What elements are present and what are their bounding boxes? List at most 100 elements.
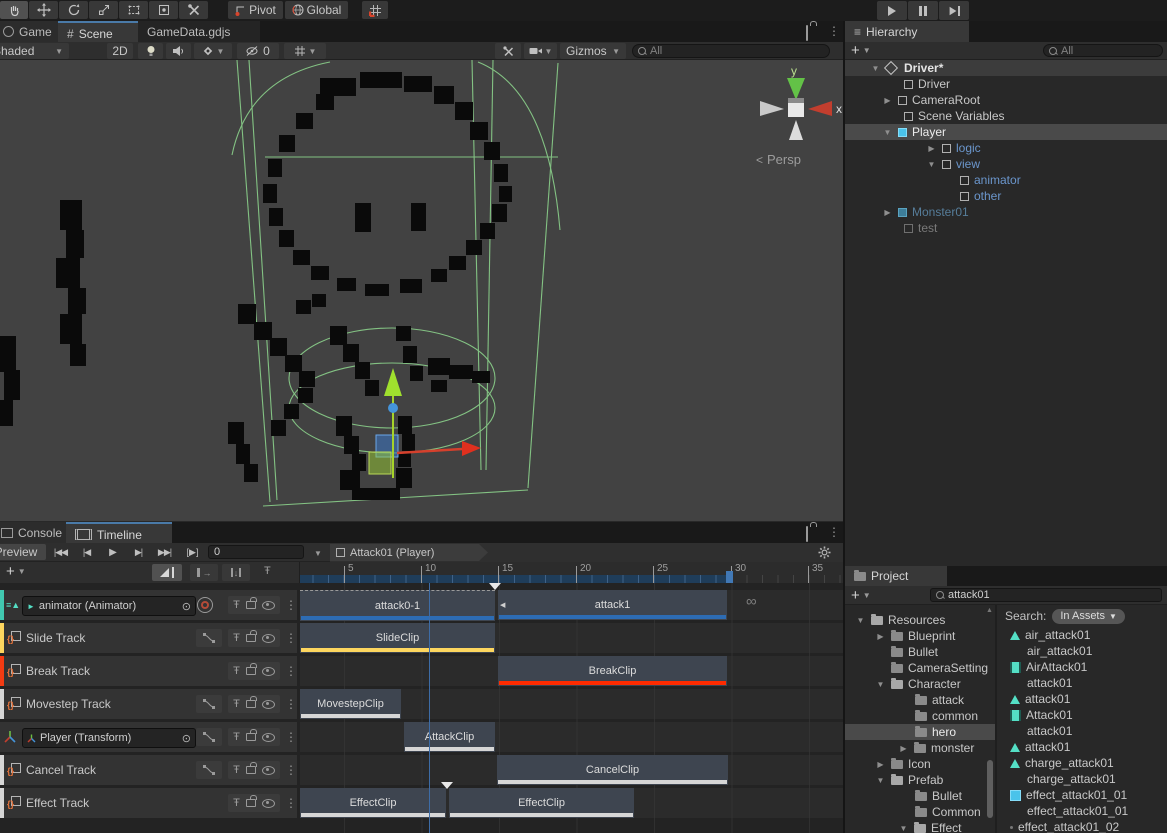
result-item[interactable]: air_attack01	[997, 627, 1167, 643]
track-menu-icon[interactable]: ⋮	[285, 796, 297, 810]
result-item[interactable]: attack01	[997, 691, 1167, 707]
pin-icon[interactable]: Ŧ	[233, 732, 240, 743]
curves-button[interactable]	[196, 761, 222, 779]
pin-icon[interactable]: Ŧ	[233, 600, 240, 611]
hierarchy-item-cameraroot[interactable]: ▶CameraRoot	[845, 92, 1167, 108]
clip-break[interactable]: BreakClip	[498, 656, 727, 686]
result-item[interactable]: effect_attack01_02	[997, 819, 1167, 833]
hierarchy-item-scene-variables[interactable]: Scene Variables	[845, 108, 1167, 124]
timeline-panel-menu-icon[interactable]: ⋮	[828, 525, 840, 539]
hierarchy-item-other[interactable]: other	[845, 188, 1167, 204]
hierarchy-item-driver[interactable]: Driver	[845, 76, 1167, 92]
tree-item-effect[interactable]: ▼Effect	[845, 820, 995, 833]
project-add-button[interactable]: + ▼	[851, 588, 871, 603]
clip-slide[interactable]: SlideClip	[300, 623, 495, 653]
timeline-play-button[interactable]: ▶	[100, 544, 125, 561]
mix-mode-button[interactable]	[152, 564, 182, 581]
result-item[interactable]: Attack01	[997, 707, 1167, 723]
tree-item-character[interactable]: ▼Character	[845, 676, 995, 692]
result-item[interactable]: attack01	[997, 675, 1167, 691]
tree-item-resources[interactable]: ▼Resources	[845, 612, 995, 628]
hierarchy-item-test[interactable]: test	[845, 220, 1167, 236]
track-menu-icon[interactable]: ⋮	[285, 598, 297, 612]
transform-tool-button[interactable]	[149, 1, 178, 19]
clip-effect-2[interactable]: EffectClip	[449, 788, 634, 818]
global-toggle-button[interactable]: Global	[285, 1, 348, 19]
project-search-input[interactable]	[948, 589, 1156, 601]
2d-toggle-button[interactable]: 2D	[107, 43, 133, 59]
scene-search-input[interactable]	[650, 45, 824, 57]
custom-tool-button[interactable]	[179, 1, 208, 19]
tree-item-blueprint[interactable]: ▶Blueprint	[845, 628, 995, 644]
rotate-tool-button[interactable]	[59, 1, 88, 19]
frame-input[interactable]	[214, 546, 298, 558]
track-menu-icon[interactable]: ⋮	[285, 763, 297, 777]
playhead-cap[interactable]	[726, 571, 733, 583]
track-break[interactable]: Break Track Ŧ ⋮	[0, 656, 297, 686]
result-item[interactable]: effect_attack01_01	[997, 803, 1167, 819]
tab-hierarchy[interactable]: ≡ Hierarchy	[845, 21, 969, 42]
rect-tool-button[interactable]	[119, 1, 148, 19]
result-item[interactable]: attack01	[997, 739, 1167, 755]
frame-field[interactable]	[208, 545, 304, 559]
record-button[interactable]	[197, 597, 213, 613]
track-movestep[interactable]: Movestep Track Ŧ ⋮	[0, 689, 297, 719]
prev-frame-button[interactable]: |◀	[74, 544, 99, 561]
tree-item-attack[interactable]: attack	[845, 692, 995, 708]
pivot-toggle-button[interactable]: Pivot	[228, 1, 283, 19]
curves-button[interactable]	[196, 728, 222, 746]
eye-icon[interactable]	[262, 766, 275, 775]
expand-arrow-icon[interactable]: ▶	[882, 96, 893, 105]
add-track-button[interactable]: + ▼	[6, 564, 26, 579]
scene-viewport[interactable]: y x < Persp	[0, 60, 843, 521]
clip-attack1[interactable]: ◀ attack1	[498, 590, 727, 620]
timeline-panel-lock-icon[interactable]	[806, 526, 808, 542]
track-menu-icon[interactable]: ⋮	[285, 730, 297, 744]
lock-icon[interactable]	[246, 733, 256, 741]
track-slide[interactable]: Slide Track Ŧ ⋮	[0, 623, 297, 653]
result-item[interactable]: effect_attack01_01	[997, 787, 1167, 803]
grid-visibility-dropdown[interactable]: ▼	[284, 43, 326, 59]
search-scope-dropdown[interactable]: In Assets▼	[1052, 609, 1125, 624]
orientation-gizmo[interactable]: y x	[748, 62, 843, 152]
track-menu-icon[interactable]: ⋮	[285, 631, 297, 645]
object-picker-icon[interactable]: ⊙	[182, 732, 191, 745]
ripple-mode-button[interactable]: →	[190, 564, 218, 581]
tab-gamedata[interactable]: GameData.gdjs	[138, 21, 260, 42]
scene-tools-button[interactable]	[495, 43, 521, 59]
tree-item-prefab-bullet[interactable]: Bullet	[845, 788, 995, 804]
clip-boundary-marker[interactable]	[489, 583, 501, 590]
lock-icon[interactable]	[246, 766, 256, 774]
expand-arrow-icon[interactable]: ▶	[882, 208, 893, 217]
playhead-line[interactable]	[429, 583, 430, 833]
gizmos-dropdown[interactable]: Gizmos▼	[560, 43, 626, 59]
project-search-field[interactable]	[930, 588, 1162, 602]
grid-snap-button[interactable]	[362, 1, 388, 19]
result-item[interactable]: charge_attack01	[997, 755, 1167, 771]
lock-icon[interactable]	[246, 634, 256, 642]
tree-item-icon[interactable]: ▶Icon	[845, 756, 995, 772]
play-button[interactable]	[877, 1, 907, 20]
hierarchy-search-input[interactable]	[1061, 45, 1157, 57]
lock-icon[interactable]	[246, 799, 256, 807]
scene-camera-dropdown[interactable]: ▼	[524, 43, 557, 59]
eye-icon[interactable]	[262, 700, 275, 709]
scene-audio-button[interactable]	[166, 43, 191, 59]
scene-search-field[interactable]	[632, 44, 830, 58]
hierarchy-add-button[interactable]: + ▼	[851, 43, 871, 58]
clip-attackclip[interactable]: AttackClip	[404, 722, 495, 752]
scene-panel-lock-icon[interactable]	[806, 25, 808, 41]
lock-icon[interactable]	[246, 700, 256, 708]
tree-item-bullet[interactable]: Bullet	[845, 644, 995, 660]
hierarchy-item-player[interactable]: ▼Player	[845, 124, 1167, 140]
scene-lighting-button[interactable]	[138, 43, 163, 59]
lock-icon[interactable]	[246, 601, 256, 609]
next-frame-button[interactable]: ▶|	[126, 544, 151, 561]
eye-icon[interactable]	[262, 634, 275, 643]
hierarchy-item-monster01[interactable]: ▶Monster01	[845, 204, 1167, 220]
scale-tool-button[interactable]	[89, 1, 118, 19]
track-menu-icon[interactable]: ⋮	[285, 664, 297, 678]
hierarchy-search-field[interactable]	[1043, 44, 1163, 57]
track-cancel[interactable]: Cancel Track Ŧ ⋮	[0, 755, 297, 785]
eye-icon[interactable]	[262, 733, 275, 742]
